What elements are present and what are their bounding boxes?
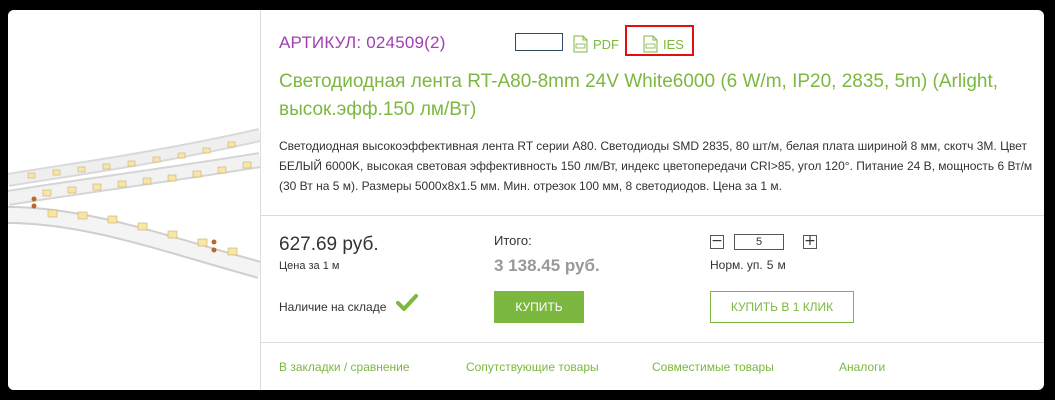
norm-label: Норм. уп. <box>710 258 763 272</box>
related-products-link[interactable]: Сопутствующие товары <box>466 360 599 374</box>
quantity-input[interactable] <box>734 234 784 250</box>
product-details: АРТИКУЛ: 024509(2) PDF IES Светодиодная … <box>261 10 1044 390</box>
color-swatch[interactable] <box>515 33 563 51</box>
norm-value: 5 <box>766 258 774 272</box>
price-unit: Цена за 1 м <box>279 260 340 272</box>
quantity-increase-button[interactable]: + <box>803 234 817 249</box>
package-norm: Норм. уп. 5 м <box>710 258 786 272</box>
divider <box>261 342 1044 343</box>
bookmarks-compare-link[interactable]: В закладки / сравнение <box>279 360 410 374</box>
led-strip-image <box>8 128 263 279</box>
compatible-products-link[interactable]: Совместимые товары <box>652 360 774 374</box>
article-number: АРТИКУЛ: 024509(2) <box>279 33 446 52</box>
pdf-file-icon <box>573 35 588 53</box>
total-label: Итого: <box>494 233 532 248</box>
ies-highlight-box <box>625 25 694 56</box>
buy-button[interactable]: КУПИТЬ <box>494 291 584 323</box>
pdf-download-link[interactable]: PDF <box>573 34 619 54</box>
product-image[interactable] <box>8 10 263 390</box>
pdf-label: PDF <box>593 36 619 52</box>
analogs-link[interactable]: Аналоги <box>839 360 885 374</box>
buy-one-click-button[interactable]: КУПИТЬ В 1 КЛИК <box>710 291 854 323</box>
divider <box>261 215 1044 216</box>
product-title: Светодиодная лента RT-A80-8mm 24V White6… <box>279 71 999 120</box>
norm-unit: м <box>777 258 786 272</box>
product-card: АРТИКУЛ: 024509(2) PDF IES Светодиодная … <box>8 10 1044 390</box>
total-value: 3 138.45 руб. <box>494 256 600 275</box>
price: 627.69 руб. <box>279 234 379 255</box>
product-description: Светодиодная высокоэффективная лента RT … <box>279 139 1033 193</box>
checkmark-icon <box>396 294 418 311</box>
stock-status: Наличие на складе <box>279 300 387 314</box>
quantity-decrease-button[interactable]: − <box>710 234 724 249</box>
